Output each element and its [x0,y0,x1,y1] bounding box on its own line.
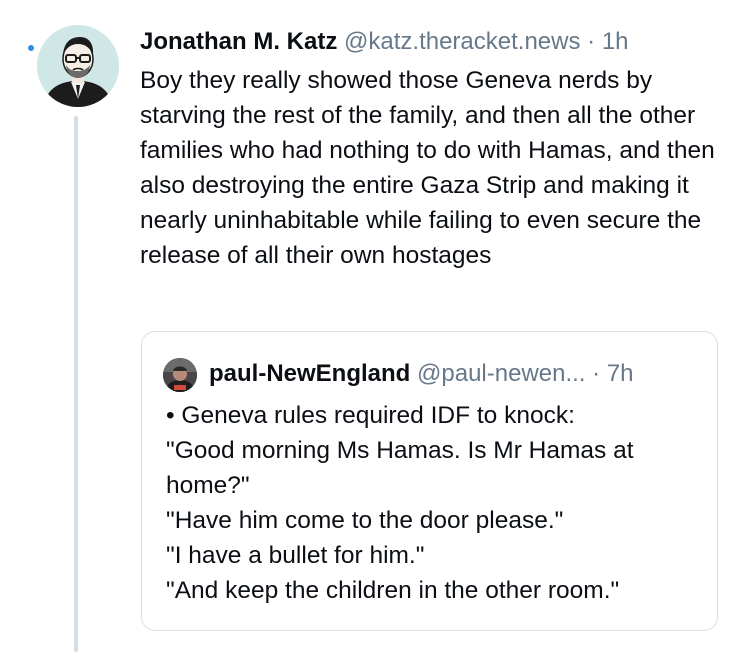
quoted-text-line: "Good morning Ms Hamas. Is Mr Hamas at h… [166,437,634,499]
photo-avatar-icon [163,358,197,392]
post-header: Jonathan M. Katz @katz.theracket.news · … [140,22,730,62]
quoted-post-header: paul-NewEngland @paul-newen... · 7h [209,354,634,394]
author-avatar[interactable] [37,25,119,107]
post-timestamp[interactable]: 1h [602,28,629,55]
author-display-name[interactable]: Jonathan M. Katz [140,28,337,55]
quoted-post-body: • Geneva rules required IDF to knock: "G… [166,398,706,608]
quoted-text-line: "I have a bullet for him." [166,542,425,569]
header-separator: · [587,28,596,55]
quoted-author-handle[interactable]: @paul-newen... [417,360,585,387]
quoted-author-display-name[interactable]: paul-NewEngland [209,360,410,387]
author-handle[interactable]: @katz.theracket.news [344,28,580,55]
quoted-text-line: "And keep the children in the other room… [166,577,620,604]
feed-post[interactable]: Jonathan M. Katz @katz.theracket.news · … [0,0,750,652]
quoted-author-avatar[interactable] [163,358,197,392]
quoted-post-card[interactable]: paul-NewEngland @paul-newen... · 7h • Ge… [141,331,718,631]
thread-line [74,116,78,652]
post-content: Jonathan M. Katz @katz.theracket.news · … [140,22,730,273]
post-body-text: Boy they really showed those Geneva nerd… [140,67,715,269]
quoted-text-line: "Have him come to the door please." [166,507,564,534]
quoted-header-separator: · [592,360,601,387]
illustrated-portrait-icon [37,25,119,107]
unread-indicator [28,45,34,51]
quoted-text-line: • Geneva rules required IDF to knock: [166,402,575,429]
quoted-post-timestamp[interactable]: 7h [607,360,634,387]
